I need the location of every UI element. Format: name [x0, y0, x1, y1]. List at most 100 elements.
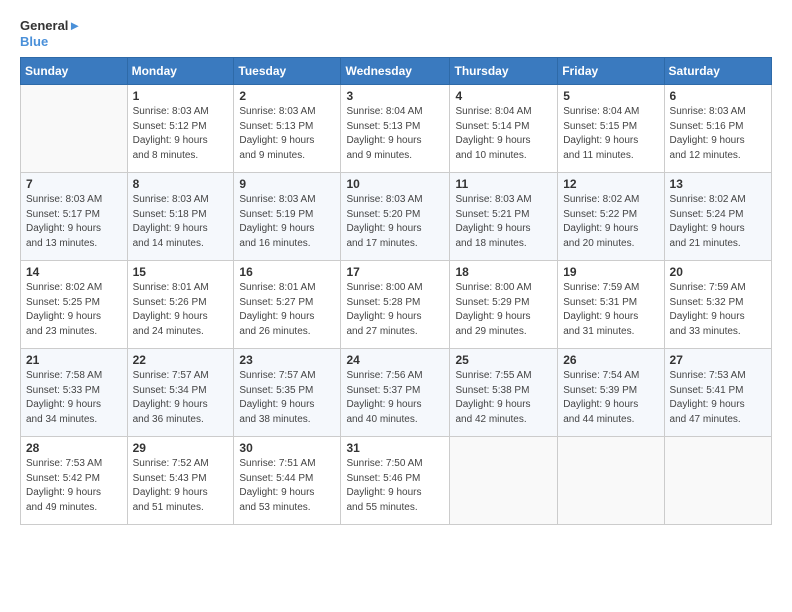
calendar-cell: 26 Sunrise: 7:54 AMSunset: 5:39 PMDayligh… [558, 349, 664, 437]
day-number: 12 [563, 177, 658, 191]
day-info: Sunrise: 7:57 AMSunset: 5:34 PMDaylight:… [133, 369, 229, 427]
day-number: 2 [239, 89, 335, 103]
day-info: Sunrise: 8:04 AMSunset: 5:14 PMDaylight:… [455, 105, 552, 163]
calendar-cell: 2 Sunrise: 8:03 AMSunset: 5:13 PMDaylight… [234, 85, 341, 173]
weekday-header-tuesday: Tuesday [234, 58, 341, 85]
day-info: Sunrise: 8:03 AMSunset: 5:20 PMDaylight:… [346, 193, 444, 251]
calendar-cell: 9Sunrise: 8:03 AMSunset: 5:19 PMDaylight… [234, 173, 341, 261]
weekday-header-friday: Friday [558, 58, 664, 85]
day-info: Sunrise: 7:56 AMSunset: 5:37 PMDaylight:… [346, 369, 444, 427]
calendar-cell [21, 85, 128, 173]
week-row-5: 28 Sunrise: 7:53 AMSunset: 5:42 PMDayligh… [21, 437, 772, 525]
day-info: Sunrise: 8:01 AMSunset: 5:26 PMDaylight:… [133, 281, 229, 339]
day-info: Sunrise: 7:55 AMSunset: 5:38 PMDaylight:… [455, 369, 552, 427]
calendar-cell: 11Sunrise: 8:03 AMSunset: 5:21 PMDayligh… [450, 173, 558, 261]
day-number: 27 [670, 353, 766, 367]
day-number: 26 [563, 353, 658, 367]
day-info: Sunrise: 8:04 AMSunset: 5:13 PMDaylight:… [346, 105, 444, 163]
day-info: Sunrise: 7:52 AMSunset: 5:43 PMDaylight:… [133, 457, 229, 515]
calendar-table: SundayMondayTuesdayWednesdayThursdayFrid… [20, 57, 772, 525]
day-info: Sunrise: 7:54 AMSunset: 5:39 PMDaylight:… [563, 369, 658, 427]
calendar-cell: 6 Sunrise: 8:03 AMSunset: 5:16 PMDaylight… [664, 85, 771, 173]
calendar-cell: 8 Sunrise: 8:03 AMSunset: 5:18 PMDaylight… [127, 173, 234, 261]
day-info: Sunrise: 7:57 AMSunset: 5:35 PMDaylight:… [239, 369, 335, 427]
day-number: 10 [346, 177, 444, 191]
day-number: 30 [239, 441, 335, 455]
calendar-cell [450, 437, 558, 525]
calendar-cell: 29 Sunrise: 7:52 AMSunset: 5:43 PMDayligh… [127, 437, 234, 525]
calendar-cell: 4 Sunrise: 8:04 AMSunset: 5:14 PMDaylight… [450, 85, 558, 173]
week-row-1: 1 Sunrise: 8:03 AMSunset: 5:12 PMDaylight… [21, 85, 772, 173]
day-number: 11 [455, 177, 552, 191]
day-number: 29 [133, 441, 229, 455]
day-number: 25 [455, 353, 552, 367]
week-row-2: 7 Sunrise: 8:03 AMSunset: 5:17 PMDaylight… [21, 173, 772, 261]
day-number: 31 [346, 441, 444, 455]
header: General► Blue [20, 18, 772, 49]
calendar-cell: 27 Sunrise: 7:53 AMSunset: 5:41 PMDayligh… [664, 349, 771, 437]
weekday-header-row: SundayMondayTuesdayWednesdayThursdayFrid… [21, 58, 772, 85]
day-info: Sunrise: 7:59 AMSunset: 5:31 PMDaylight:… [563, 281, 658, 339]
calendar-cell: 10 Sunrise: 8:03 AMSunset: 5:20 PMDayligh… [341, 173, 450, 261]
calendar-cell: 28 Sunrise: 7:53 AMSunset: 5:42 PMDayligh… [21, 437, 128, 525]
day-number: 16 [239, 265, 335, 279]
calendar-cell: 15Sunrise: 8:01 AMSunset: 5:26 PMDayligh… [127, 261, 234, 349]
calendar-cell: 7 Sunrise: 8:03 AMSunset: 5:17 PMDaylight… [21, 173, 128, 261]
day-number: 18 [455, 265, 552, 279]
day-number: 13 [670, 177, 766, 191]
weekday-header-wednesday: Wednesday [341, 58, 450, 85]
day-number: 6 [670, 89, 766, 103]
calendar-cell [558, 437, 664, 525]
day-info: Sunrise: 8:02 AMSunset: 5:24 PMDaylight:… [670, 193, 766, 251]
weekday-header-monday: Monday [127, 58, 234, 85]
day-number: 21 [26, 353, 122, 367]
calendar-cell: 21 Sunrise: 7:58 AMSunset: 5:33 PMDayligh… [21, 349, 128, 437]
weekday-header-thursday: Thursday [450, 58, 558, 85]
calendar-cell: 13 Sunrise: 8:02 AMSunset: 5:24 PMDayligh… [664, 173, 771, 261]
day-info: Sunrise: 8:02 AMSunset: 5:22 PMDaylight:… [563, 193, 658, 251]
day-number: 14 [26, 265, 122, 279]
day-info: Sunrise: 8:03 AMSunset: 5:19 PMDaylight:… [239, 193, 335, 251]
calendar-cell: 20Sunrise: 7:59 AMSunset: 5:32 PMDayligh… [664, 261, 771, 349]
day-number: 1 [133, 89, 229, 103]
logo: General► Blue [20, 18, 81, 49]
day-info: Sunrise: 8:00 AMSunset: 5:29 PMDaylight:… [455, 281, 552, 339]
calendar-cell [664, 437, 771, 525]
calendar-cell: 1 Sunrise: 8:03 AMSunset: 5:12 PMDaylight… [127, 85, 234, 173]
calendar-cell: 30 Sunrise: 7:51 AMSunset: 5:44 PMDayligh… [234, 437, 341, 525]
calendar-cell: 14 Sunrise: 8:02 AMSunset: 5:25 PMDayligh… [21, 261, 128, 349]
week-row-4: 21 Sunrise: 7:58 AMSunset: 5:33 PMDayligh… [21, 349, 772, 437]
calendar-cell: 5Sunrise: 8:04 AMSunset: 5:15 PMDaylight… [558, 85, 664, 173]
day-number: 4 [455, 89, 552, 103]
calendar-cell: 12 Sunrise: 8:02 AMSunset: 5:22 PMDayligh… [558, 173, 664, 261]
day-info: Sunrise: 8:03 AMSunset: 5:17 PMDaylight:… [26, 193, 122, 251]
logo-text: General► Blue [20, 18, 81, 49]
day-info: Sunrise: 7:53 AMSunset: 5:41 PMDaylight:… [670, 369, 766, 427]
weekday-header-sunday: Sunday [21, 58, 128, 85]
day-number: 22 [133, 353, 229, 367]
calendar-cell: 25 Sunrise: 7:55 AMSunset: 5:38 PMDayligh… [450, 349, 558, 437]
calendar-cell: 18 Sunrise: 8:00 AMSunset: 5:29 PMDayligh… [450, 261, 558, 349]
day-number: 7 [26, 177, 122, 191]
page-container: General► Blue SundayMondayTuesdayWednesd… [0, 0, 792, 535]
day-info: Sunrise: 7:58 AMSunset: 5:33 PMDaylight:… [26, 369, 122, 427]
day-info: Sunrise: 7:53 AMSunset: 5:42 PMDaylight:… [26, 457, 122, 515]
calendar-cell: 31Sunrise: 7:50 AMSunset: 5:46 PMDayligh… [341, 437, 450, 525]
day-number: 28 [26, 441, 122, 455]
calendar-cell: 23 Sunrise: 7:57 AMSunset: 5:35 PMDayligh… [234, 349, 341, 437]
day-info: Sunrise: 8:03 AMSunset: 5:12 PMDaylight:… [133, 105, 229, 163]
day-info: Sunrise: 8:00 AMSunset: 5:28 PMDaylight:… [346, 281, 444, 339]
day-info: Sunrise: 8:03 AMSunset: 5:18 PMDaylight:… [133, 193, 229, 251]
day-info: Sunrise: 8:03 AMSunset: 5:16 PMDaylight:… [670, 105, 766, 163]
day-info: Sunrise: 7:51 AMSunset: 5:44 PMDaylight:… [239, 457, 335, 515]
calendar-cell: 22 Sunrise: 7:57 AMSunset: 5:34 PMDayligh… [127, 349, 234, 437]
day-number: 8 [133, 177, 229, 191]
day-number: 19 [563, 265, 658, 279]
weekday-header-saturday: Saturday [664, 58, 771, 85]
calendar-cell: 19 Sunrise: 7:59 AMSunset: 5:31 PMDayligh… [558, 261, 664, 349]
day-info: Sunrise: 8:02 AMSunset: 5:25 PMDaylight:… [26, 281, 122, 339]
day-info: Sunrise: 8:01 AMSunset: 5:27 PMDaylight:… [239, 281, 335, 339]
day-info: Sunrise: 8:03 AMSunset: 5:13 PMDaylight:… [239, 105, 335, 163]
day-number: 17 [346, 265, 444, 279]
day-number: 23 [239, 353, 335, 367]
